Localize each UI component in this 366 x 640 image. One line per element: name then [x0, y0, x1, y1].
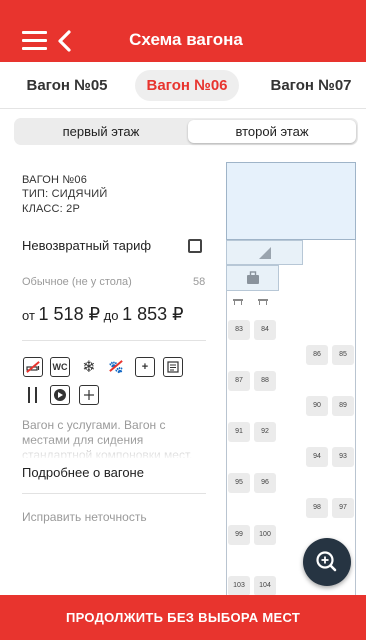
no-smoking-icon — [23, 357, 43, 377]
seat-91[interactable]: 91 — [228, 422, 250, 442]
seat-87[interactable]: 87 — [228, 371, 250, 391]
stairs-icon — [258, 246, 271, 259]
wagon-tabs: Вагон №05 Вагон №06 Вагон №07 — [0, 62, 366, 109]
price-range: от 1 518 ₽ до 1 853 ₽ — [22, 304, 184, 325]
second-floor-button[interactable]: второй этаж — [188, 120, 356, 143]
seat-88[interactable]: 88 — [254, 371, 276, 391]
tab-wagon-06[interactable]: Вагон №06 — [135, 70, 239, 101]
seat-103[interactable]: 103 — [228, 576, 250, 596]
table-icon — [258, 299, 268, 305]
seat-93[interactable]: 93 — [332, 447, 354, 467]
seat-97[interactable]: 97 — [332, 498, 354, 518]
wagon-details-link[interactable]: Подробнее о вагоне — [22, 465, 144, 480]
tariff-label: Невозвратный тариф — [22, 238, 152, 253]
seat-85[interactable]: 85 — [332, 345, 354, 365]
seat-90[interactable]: 90 — [306, 396, 328, 416]
seat-83[interactable]: 83 — [228, 320, 250, 340]
zoom-in-button[interactable] — [303, 538, 351, 586]
seat-category-count: 58 — [193, 276, 206, 288]
price-from: 1 518 ₽ — [38, 304, 101, 324]
seat-96[interactable]: 96 — [254, 473, 276, 493]
wc-icon: WC — [50, 357, 70, 377]
price-from-label: от — [22, 308, 35, 323]
tab-wagon-05[interactable]: Вагон №05 — [18, 70, 116, 101]
seat-94[interactable]: 94 — [306, 447, 328, 467]
no-pets-icon: 🐾 — [106, 357, 126, 377]
table-icon — [233, 299, 243, 305]
stairs-zone — [226, 240, 303, 265]
price-to-label: до — [103, 308, 119, 323]
car-upper-area — [226, 162, 356, 240]
seat-95[interactable]: 95 — [228, 473, 250, 493]
zoom-in-icon — [316, 551, 337, 572]
air-conditioning-icon: ❄ — [82, 359, 96, 376]
seat-100[interactable]: 100 — [254, 525, 276, 545]
outlet-icon — [79, 385, 99, 405]
first-floor-button[interactable]: первый этаж — [16, 120, 186, 143]
seat-99[interactable]: 99 — [228, 525, 250, 545]
floor-switch: первый этаж второй этаж — [14, 118, 358, 145]
wagon-class: КЛАСС: 2Р — [22, 203, 80, 215]
seat-category-name: Обычное (не у стола) — [22, 276, 132, 288]
food-icon — [23, 385, 43, 405]
seat-84[interactable]: 84 — [254, 320, 276, 340]
seat-98[interactable]: 98 — [306, 498, 328, 518]
seat-92[interactable]: 92 — [254, 422, 276, 442]
app-header: Схема вагона — [0, 0, 366, 62]
seat-104[interactable]: 104 — [254, 576, 276, 596]
press-icon — [163, 357, 183, 377]
non-refundable-checkbox[interactable] — [188, 239, 202, 253]
page-title: Схема вагона — [129, 30, 243, 49]
divider — [22, 340, 206, 341]
tab-wagon-07[interactable]: Вагон №07 — [262, 70, 360, 101]
price-to: 1 853 ₽ — [122, 304, 184, 324]
luggage-zone — [226, 265, 279, 291]
first-aid-icon: + — [135, 357, 155, 377]
continue-without-seats-button[interactable]: ПРОДОЛЖИТЬ БЕЗ ВЫБОРА МЕСТ — [0, 595, 366, 640]
wagon-type: ТИП: СИДЯЧИЙ — [22, 188, 108, 200]
description-fade — [22, 440, 206, 460]
report-error-link[interactable]: Исправить неточность — [22, 510, 147, 524]
wagon-number: ВАГОН №06 — [22, 174, 88, 186]
media-icon — [50, 385, 70, 405]
divider — [22, 493, 206, 494]
luggage-icon — [246, 271, 259, 284]
seat-86[interactable]: 86 — [306, 345, 328, 365]
seat-89[interactable]: 89 — [332, 396, 354, 416]
